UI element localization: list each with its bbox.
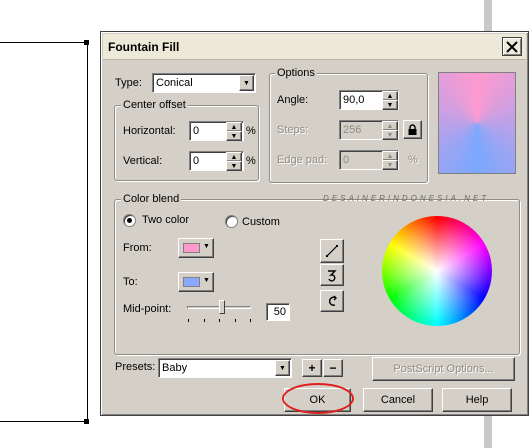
close-icon <box>506 40 518 53</box>
direct-blend-icon <box>326 245 338 257</box>
presets-label: Presets: <box>115 361 156 373</box>
angle-spin-down[interactable]: ▼ <box>382 100 398 110</box>
counterclockwise-blend-button[interactable] <box>320 264 344 286</box>
clockwise-blend-button[interactable] <box>320 290 344 312</box>
help-button[interactable]: Help <box>442 388 512 412</box>
steps-label: Steps: <box>277 124 309 136</box>
dialog-title: Fountain Fill <box>108 40 180 54</box>
spin-down-icon: ▼ <box>386 101 394 109</box>
steps-lock-button[interactable] <box>403 120 422 139</box>
chevron-down-icon: ▼ <box>243 79 250 87</box>
add-preset-button[interactable]: + <box>302 359 322 377</box>
presets-combo[interactable]: Baby <box>158 358 292 378</box>
slider-tick <box>235 319 236 322</box>
angle-value: 90,0 <box>343 94 365 106</box>
edge-pad-label: Edge pad: <box>277 154 328 166</box>
color-wheel[interactable] <box>382 216 492 326</box>
vertical-unit: % <box>246 155 256 167</box>
midpoint-label: Mid-point: <box>123 303 172 315</box>
selection-handle[interactable] <box>84 40 89 45</box>
edge-pad-spin-down[interactable]: ▼ <box>382 160 398 170</box>
chevron-down-icon: ▼ <box>279 364 286 372</box>
spin-up-icon: ▲ <box>386 152 394 160</box>
presets-value: Baby <box>162 362 188 374</box>
options-title: Options <box>275 67 317 79</box>
slider-tick <box>188 319 189 322</box>
edge-pad-unit: % <box>408 154 418 166</box>
to-label: To: <box>123 276 138 288</box>
spin-down-icon: ▼ <box>386 131 394 139</box>
midpoint-input[interactable]: 50 <box>266 303 290 321</box>
vertical-value: 0 <box>193 155 200 167</box>
close-button[interactable] <box>502 37 522 56</box>
color-blend-title: Color blend <box>121 193 182 205</box>
angle-label: Angle: <box>277 94 309 106</box>
vertical-label: Vertical: <box>123 155 163 167</box>
steps-spin-down[interactable]: ▼ <box>382 130 398 140</box>
from-color-picker[interactable]: ▼ <box>178 238 214 258</box>
presets-dropdown-button[interactable]: ▼ <box>275 360 290 376</box>
counterclockwise-blend-icon <box>328 270 337 282</box>
chevron-down-icon: ▼ <box>203 243 210 250</box>
lock-icon <box>408 123 417 135</box>
document-page <box>0 42 88 422</box>
dialog-titlebar[interactable]: Fountain Fill <box>103 34 526 60</box>
horizontal-label: Horizontal: <box>123 125 176 137</box>
selection-handle[interactable] <box>84 419 89 424</box>
fountain-fill-dialog: Fountain Fill Type: Conical ▼ Center off… <box>100 31 529 416</box>
postscript-options-button[interactable]: PostScript Options... <box>372 357 515 381</box>
spin-down-icon: ▼ <box>230 162 238 170</box>
ok-highlight-circle <box>282 383 354 414</box>
horizontal-spin-down[interactable]: ▼ <box>226 131 242 141</box>
spin-up-icon: ▲ <box>386 92 394 100</box>
slider-tick <box>250 319 251 322</box>
spin-up-icon: ▲ <box>386 122 394 130</box>
remove-preset-button[interactable]: − <box>323 359 343 377</box>
horizontal-value: 0 <box>193 125 200 137</box>
spin-down-icon: ▼ <box>386 161 394 169</box>
clockwise-blend-icon <box>328 295 337 306</box>
horizontal-unit: % <box>246 125 256 137</box>
midpoint-slider-thumb[interactable] <box>219 300 225 314</box>
to-color-swatch <box>183 277 200 287</box>
from-label: From: <box>123 242 152 254</box>
center-offset-title: Center offset <box>121 99 188 111</box>
type-label: Type: <box>115 77 142 89</box>
plus-icon: + <box>308 361 316 375</box>
from-color-swatch <box>183 243 200 253</box>
two-color-label[interactable]: Two color <box>142 214 189 226</box>
watermark-text: DESAINERINDONESIA.NET <box>323 194 490 203</box>
cancel-button[interactable]: Cancel <box>363 388 433 412</box>
to-color-picker[interactable]: ▼ <box>178 272 214 292</box>
edge-pad-value: 0 <box>343 154 350 166</box>
spin-up-icon: ▲ <box>230 153 238 161</box>
direct-blend-button[interactable] <box>320 239 344 263</box>
spin-down-icon: ▼ <box>230 132 238 140</box>
type-dropdown-button[interactable]: ▼ <box>239 75 254 91</box>
type-value: Conical <box>156 77 193 89</box>
custom-label[interactable]: Custom <box>242 216 280 228</box>
steps-value: 256 <box>343 124 362 136</box>
midpoint-value: 50 <box>273 306 286 318</box>
vertical-spin-down[interactable]: ▼ <box>226 161 242 171</box>
slider-tick <box>219 319 220 322</box>
two-color-radio[interactable] <box>123 214 136 227</box>
custom-radio[interactable] <box>225 215 238 228</box>
chevron-down-icon: ▼ <box>203 277 210 284</box>
spin-up-icon: ▲ <box>230 123 238 131</box>
minus-icon: − <box>329 361 337 375</box>
fill-preview[interactable] <box>438 72 516 174</box>
slider-tick <box>204 319 205 322</box>
